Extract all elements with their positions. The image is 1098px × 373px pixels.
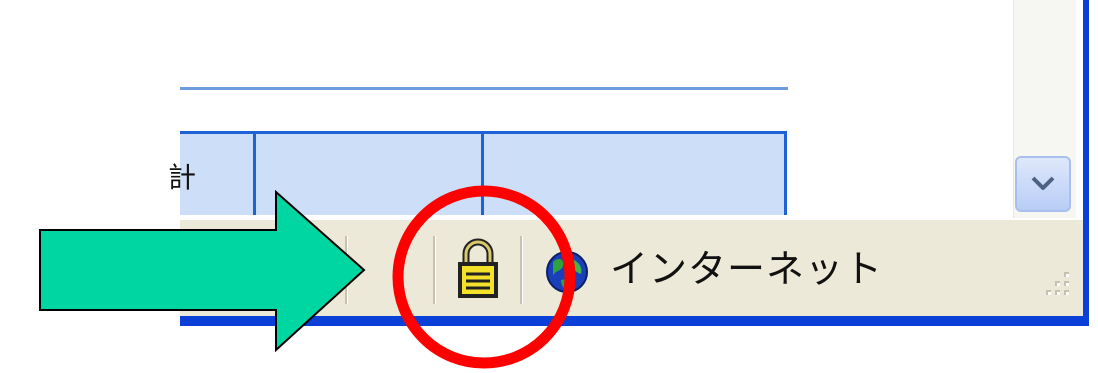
annotation-circle	[392, 185, 576, 369]
window-border-right	[1083, 0, 1089, 326]
content-divider	[180, 87, 788, 90]
resize-grip-icon[interactable]	[1038, 268, 1074, 304]
scroll-down-button[interactable]	[1015, 156, 1071, 212]
annotation-arrow	[39, 190, 366, 352]
chevron-down-icon	[1031, 176, 1055, 190]
security-zone-label: インターネット	[610, 247, 884, 291]
